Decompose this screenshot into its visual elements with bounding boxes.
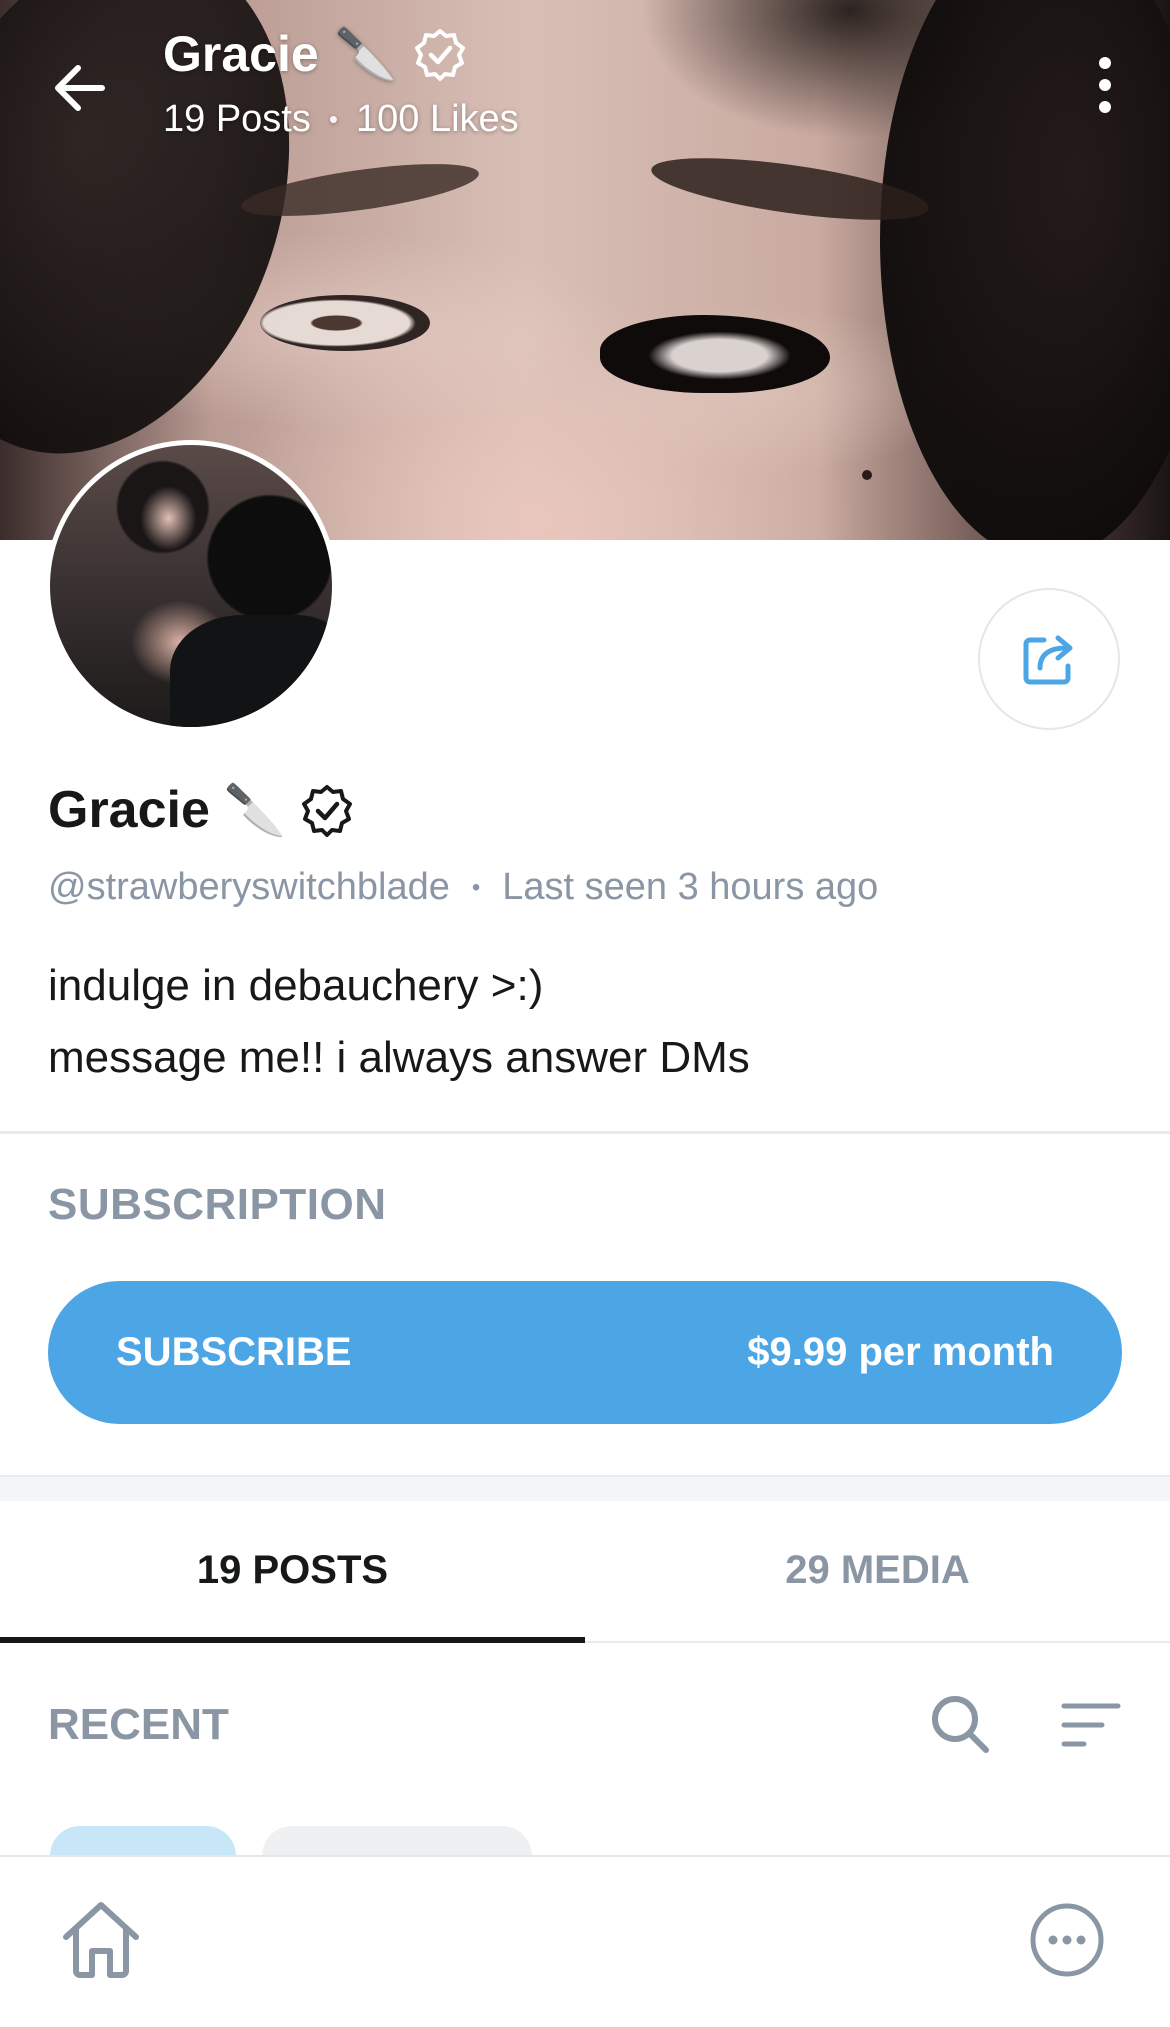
section-separator xyxy=(0,1475,1170,1501)
handle-row: @strawberyswitchblade • Last seen 3 hour… xyxy=(48,866,878,909)
sort-button[interactable] xyxy=(1060,1700,1122,1750)
separator-dot: • xyxy=(471,873,481,901)
profile-handle: @strawberyswitchblade xyxy=(48,866,450,908)
bio-line: message me!! i always answer DMs xyxy=(48,1033,750,1082)
separator-dot: • xyxy=(328,104,338,134)
subscription-price: $9.99 per month xyxy=(747,1330,1054,1374)
knife-emoji: 🔪 xyxy=(334,25,397,83)
home-button[interactable] xyxy=(58,1897,144,1981)
subscribe-button[interactable]: SUBSCRIBE $9.99 per month xyxy=(48,1281,1122,1424)
top-bar: Gracie 🔪 19 Posts • 100 Likes xyxy=(0,0,1170,150)
subscribe-label: SUBSCRIBE xyxy=(116,1330,352,1374)
search-icon xyxy=(932,1696,989,1753)
profile-bio: indulge in debauchery >:) message me!! i… xyxy=(48,950,750,1094)
share-icon xyxy=(1023,635,1073,685)
header-title: Gracie xyxy=(163,26,319,82)
share-button[interactable] xyxy=(978,588,1120,730)
avatar[interactable] xyxy=(45,440,337,732)
header-title-row: Gracie 🔪 xyxy=(163,24,467,84)
verified-badge-icon xyxy=(302,785,353,837)
last-seen: Last seen 3 hours ago xyxy=(502,866,879,908)
bottom-nav xyxy=(0,1855,1170,2027)
profile-name-row: Gracie 🔪 xyxy=(48,780,354,840)
likes-count: 100 Likes xyxy=(355,98,519,140)
recent-title: RECENT xyxy=(48,1700,229,1749)
active-tab-indicator xyxy=(0,1637,585,1643)
tab-media[interactable]: 29 MEDIA xyxy=(585,1500,1170,1640)
knife-emoji: 🔪 xyxy=(223,781,287,839)
bio-line: indulge in debauchery >:) xyxy=(48,961,544,1010)
kebab-menu-icon[interactable] xyxy=(1085,50,1125,120)
verified-badge-icon xyxy=(414,29,465,81)
search-button[interactable] xyxy=(928,1692,992,1756)
posts-count: 19 Posts xyxy=(163,98,311,140)
divider xyxy=(0,1131,1170,1134)
arrow-left-icon xyxy=(55,65,105,111)
subscription-title: SUBSCRIPTION xyxy=(48,1180,387,1229)
profile-name: Gracie xyxy=(48,781,210,839)
sort-icon xyxy=(1061,1703,1121,1747)
back-button[interactable] xyxy=(48,56,112,120)
header-stats: 19 Posts • 100 Likes xyxy=(163,98,519,141)
home-icon xyxy=(63,1902,139,1978)
more-icon xyxy=(1030,1903,1104,1977)
tab-posts[interactable]: 19 POSTS xyxy=(0,1500,585,1640)
more-button[interactable] xyxy=(1028,1901,1106,1979)
